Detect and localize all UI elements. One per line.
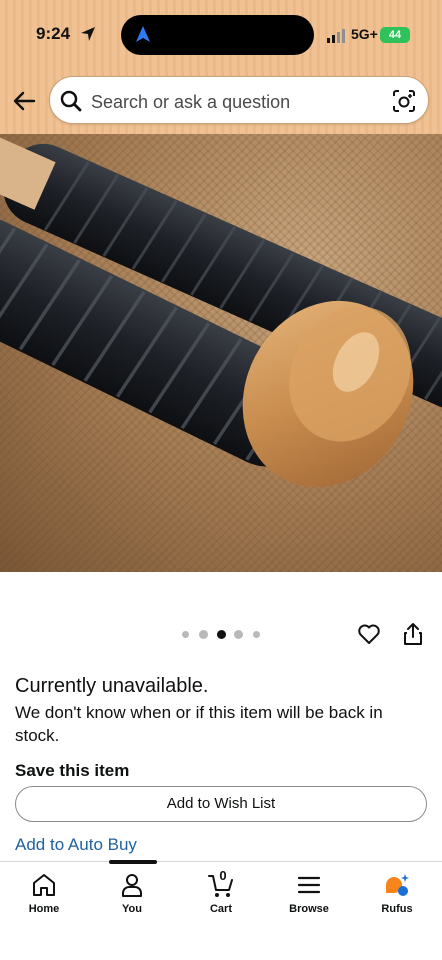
- search-input[interactable]: Search or ask a question: [91, 92, 290, 113]
- tab-label: Rufus: [381, 903, 413, 915]
- search-bar[interactable]: Search or ask a question: [49, 76, 429, 124]
- baseball-bat-illustration: [0, 134, 442, 488]
- active-tab-indicator: [109, 860, 157, 864]
- person-icon: [122, 874, 142, 897]
- add-to-auto-buy-link[interactable]: Add to Auto Buy: [15, 835, 137, 855]
- tab-home[interactable]: Home: [4, 862, 84, 926]
- pager-dot-active[interactable]: [217, 630, 226, 639]
- pager-dot[interactable]: [253, 631, 260, 638]
- image-pager[interactable]: [182, 630, 262, 640]
- save-item-heading: Save this item: [15, 761, 130, 780]
- pager-dot[interactable]: [199, 630, 208, 639]
- pager-dot[interactable]: [234, 630, 243, 639]
- rufus-icon: [386, 874, 409, 896]
- availability-title: Currently unavailable.: [15, 675, 209, 697]
- product-image[interactable]: [0, 134, 442, 572]
- home-icon: [33, 874, 55, 896]
- battery-indicator: 44: [380, 27, 410, 43]
- tab-label: Home: [28, 903, 60, 915]
- location-arrow-icon: [81, 27, 95, 41]
- tab-rufus[interactable]: Rufus: [357, 862, 437, 926]
- add-to-wish-list-button[interactable]: Add to Wish List: [15, 786, 427, 822]
- bottom-tab-bar: Home You 0 Cart Browse Rufus: [0, 861, 442, 960]
- availability-description: We don't know when or if this item will …: [15, 703, 383, 745]
- tab-label: You: [122, 903, 142, 915]
- tab-you[interactable]: You: [92, 862, 172, 926]
- tab-browse[interactable]: Browse: [269, 862, 349, 926]
- camera-lens-icon[interactable]: [391, 88, 417, 114]
- app-header: 9:24 5G+ 44 Search or ask a question: [0, 0, 442, 134]
- status-time: 9:24: [36, 24, 71, 43]
- navigation-icon: [136, 26, 150, 42]
- tab-label: Browse: [289, 903, 329, 915]
- heart-icon[interactable]: [357, 622, 381, 646]
- menu-icon: [297, 876, 321, 894]
- cellular-signal-icon: [327, 29, 345, 43]
- pager-dot[interactable]: [182, 631, 189, 638]
- search-icon: [60, 90, 82, 112]
- tab-cart[interactable]: 0 Cart: [181, 862, 261, 926]
- share-icon[interactable]: [402, 622, 424, 646]
- tab-label: Cart: [209, 903, 232, 915]
- network-type: 5G+: [351, 26, 378, 42]
- cart-count-badge: 0: [219, 868, 227, 883]
- back-arrow-icon[interactable]: [12, 88, 38, 114]
